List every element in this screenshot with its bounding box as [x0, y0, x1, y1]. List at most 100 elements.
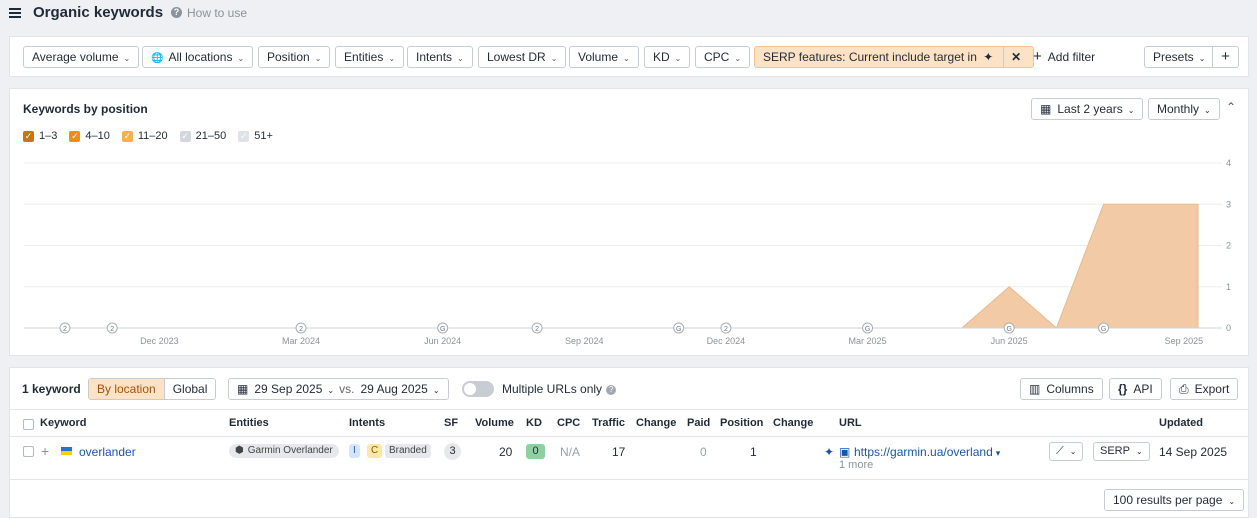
legend-item[interactable]: ✓ 4–10	[69, 130, 110, 142]
url-link[interactable]: https://garmin.ua/overland ▾	[854, 445, 1000, 459]
filter-1[interactable]: 🌐 All locations ⌄	[142, 46, 254, 68]
remove-filter-icon[interactable]: ✕	[1002, 47, 1029, 67]
legend-label: 4–10	[85, 130, 110, 142]
columns-label: Columns	[1046, 382, 1094, 396]
header-kd[interactable]: KD	[526, 417, 542, 429]
add-filter-button[interactable]: + Add filter	[1033, 46, 1095, 68]
filter-3[interactable]: Entities ⌄	[335, 46, 405, 68]
filter-2[interactable]: Position ⌄	[258, 46, 331, 68]
chevron-down-icon: ⌄	[623, 54, 630, 63]
header-traffic[interactable]: Traffic	[592, 417, 625, 429]
header-intents[interactable]: Intents	[349, 417, 385, 429]
filter-6[interactable]: Volume ⌄	[569, 46, 639, 68]
calendar-icon: ▦	[1040, 102, 1052, 116]
filter-8[interactable]: CPC ⌄	[695, 46, 751, 68]
chevron-down-icon: ⌄	[237, 54, 245, 63]
multiple-urls-toggle[interactable]	[462, 381, 494, 397]
date-range-dropdown[interactable]: ▦ Last 2 years ⌄	[1031, 98, 1144, 120]
select-all-checkbox[interactable]	[23, 419, 34, 430]
header-change[interactable]: Change	[636, 417, 676, 429]
header-position[interactable]: Position	[720, 417, 763, 429]
chevron-down-icon: ⌄	[674, 54, 682, 63]
header-entities[interactable]: Entities	[229, 417, 269, 429]
legend-label: 11–20	[137, 130, 168, 142]
interval-dropdown[interactable]: Monthly ⌄	[1148, 98, 1220, 120]
update-marker-label: G	[676, 326, 681, 333]
header-position-change[interactable]: Change	[773, 417, 813, 429]
intent-branded-badge: Branded	[385, 444, 431, 458]
legend-checkbox[interactable]: ✓	[69, 130, 81, 142]
filter-0[interactable]: Average volume ⌄	[23, 46, 140, 68]
add-filter-label: Add filter	[1047, 50, 1096, 64]
table-header: Keyword Entities Intents SF Volume KD CP…	[10, 409, 1248, 437]
add-preset-icon[interactable]: +	[1212, 47, 1238, 67]
header-url[interactable]: URL	[839, 417, 862, 429]
chevron-down-icon: ⌄	[1228, 497, 1236, 506]
legend-label: 21–50	[195, 130, 227, 142]
chevron-down-icon: ⌄	[327, 386, 335, 395]
serp-features-count[interactable]: 3	[444, 443, 461, 460]
chevron-down-icon: ⌄	[432, 386, 440, 395]
row-checkbox[interactable]	[23, 446, 34, 457]
chevron-down-icon: ⌄	[550, 54, 558, 63]
global-button[interactable]: Global	[163, 379, 216, 399]
filter-bar: Average volume ⌄ 🌐 All locations ⌄ Position ⌄ E…	[9, 36, 1249, 77]
header-cpc[interactable]: CPC	[557, 417, 580, 429]
help-icon[interactable]: ?	[606, 384, 617, 395]
header-updated[interactable]: Updated	[1159, 417, 1203, 429]
trend-dropdown[interactable]: ⟋ ⌄	[1049, 442, 1084, 461]
presets-dropdown[interactable]: Presets ⌄ +	[1144, 46, 1239, 68]
legend-item[interactable]: ✓ 51+	[238, 130, 273, 142]
update-marker-label: 2	[110, 326, 114, 333]
legend-item[interactable]: ✓ 21–50	[179, 130, 227, 142]
legend-checkbox[interactable]: ✓	[179, 130, 191, 142]
x-tick-label: Jun 2024	[424, 336, 461, 346]
serp-features-filter[interactable]: SERP features: Current include target in…	[754, 46, 1034, 68]
legend-checkbox[interactable]: ✓	[121, 130, 133, 142]
results-per-page-dropdown[interactable]: 100 results per page ⌄	[1104, 489, 1245, 511]
y-tick-label: 1	[1226, 282, 1231, 292]
legend-label: 1–3	[39, 130, 58, 142]
x-tick-label: Jun 2025	[991, 336, 1028, 346]
by-location-button[interactable]: By location	[89, 379, 164, 399]
api-button[interactable]: {} API	[1109, 378, 1162, 400]
menu-icon[interactable]	[9, 6, 21, 20]
legend-checkbox[interactable]: ✓	[23, 130, 34, 142]
header-paid[interactable]: Paid	[687, 417, 710, 429]
update-marker-label: 2	[63, 326, 67, 333]
chevron-down-icon: ⌄	[457, 54, 464, 63]
filter-label: Position	[267, 50, 310, 64]
vs-label: vs.	[339, 382, 355, 396]
keyword-link[interactable]: overlander	[79, 445, 136, 459]
entity-pill[interactable]: ⬢ Garmin Overlander	[229, 444, 339, 458]
legend-item[interactable]: ✓ 11–20	[121, 130, 168, 142]
x-tick-label: Sep 2024	[565, 336, 604, 346]
traffic-value: 17	[612, 445, 626, 459]
serp-filter-label: SERP features: Current include target in	[763, 50, 977, 64]
filter-7[interactable]: KD ⌄	[644, 46, 691, 68]
help-icon[interactable]: ?	[171, 7, 182, 18]
legend-item[interactable]: ✓ 1–3	[23, 130, 57, 142]
more-urls-link[interactable]: 1 more	[839, 459, 873, 471]
chart-legend: ✓ 1–3 ✓ 4–10 ✓ 11–20 ✓ 21–50 ✓ 51+	[23, 130, 273, 142]
filter-label: Entities	[344, 50, 384, 64]
export-button[interactable]: ⎙ Export	[1170, 378, 1239, 400]
plus-icon: +	[1033, 48, 1042, 65]
interval-label: Monthly	[1157, 102, 1200, 116]
serp-dropdown[interactable]: SERP ⌄	[1093, 442, 1150, 461]
header-volume[interactable]: Volume	[475, 417, 514, 429]
expand-plus-icon[interactable]: +	[41, 443, 49, 459]
filter-4[interactable]: Intents ⌄	[407, 46, 473, 68]
how-to-use-link[interactable]: How to use	[187, 6, 247, 20]
caret-down-icon[interactable]: ▾	[996, 448, 1001, 458]
header-sf[interactable]: SF	[444, 417, 458, 429]
compare-date-dropdown[interactable]: ▦ 29 Sep 2025 ⌄ vs. 29 Aug 2025 ⌄	[228, 378, 449, 400]
columns-button[interactable]: ▥ Columns	[1020, 378, 1103, 400]
multiple-urls-label: Multiple URLs only?	[502, 382, 617, 396]
date-range-label: Last 2 years	[1057, 102, 1123, 116]
header-keyword[interactable]: Keyword	[40, 417, 86, 429]
filter-5[interactable]: Lowest DR ⌄	[478, 46, 567, 68]
legend-checkbox[interactable]: ✓	[238, 130, 250, 142]
collapse-icon[interactable]: ⌃	[1226, 100, 1236, 114]
entity-label: Garmin Overlander	[247, 445, 333, 456]
